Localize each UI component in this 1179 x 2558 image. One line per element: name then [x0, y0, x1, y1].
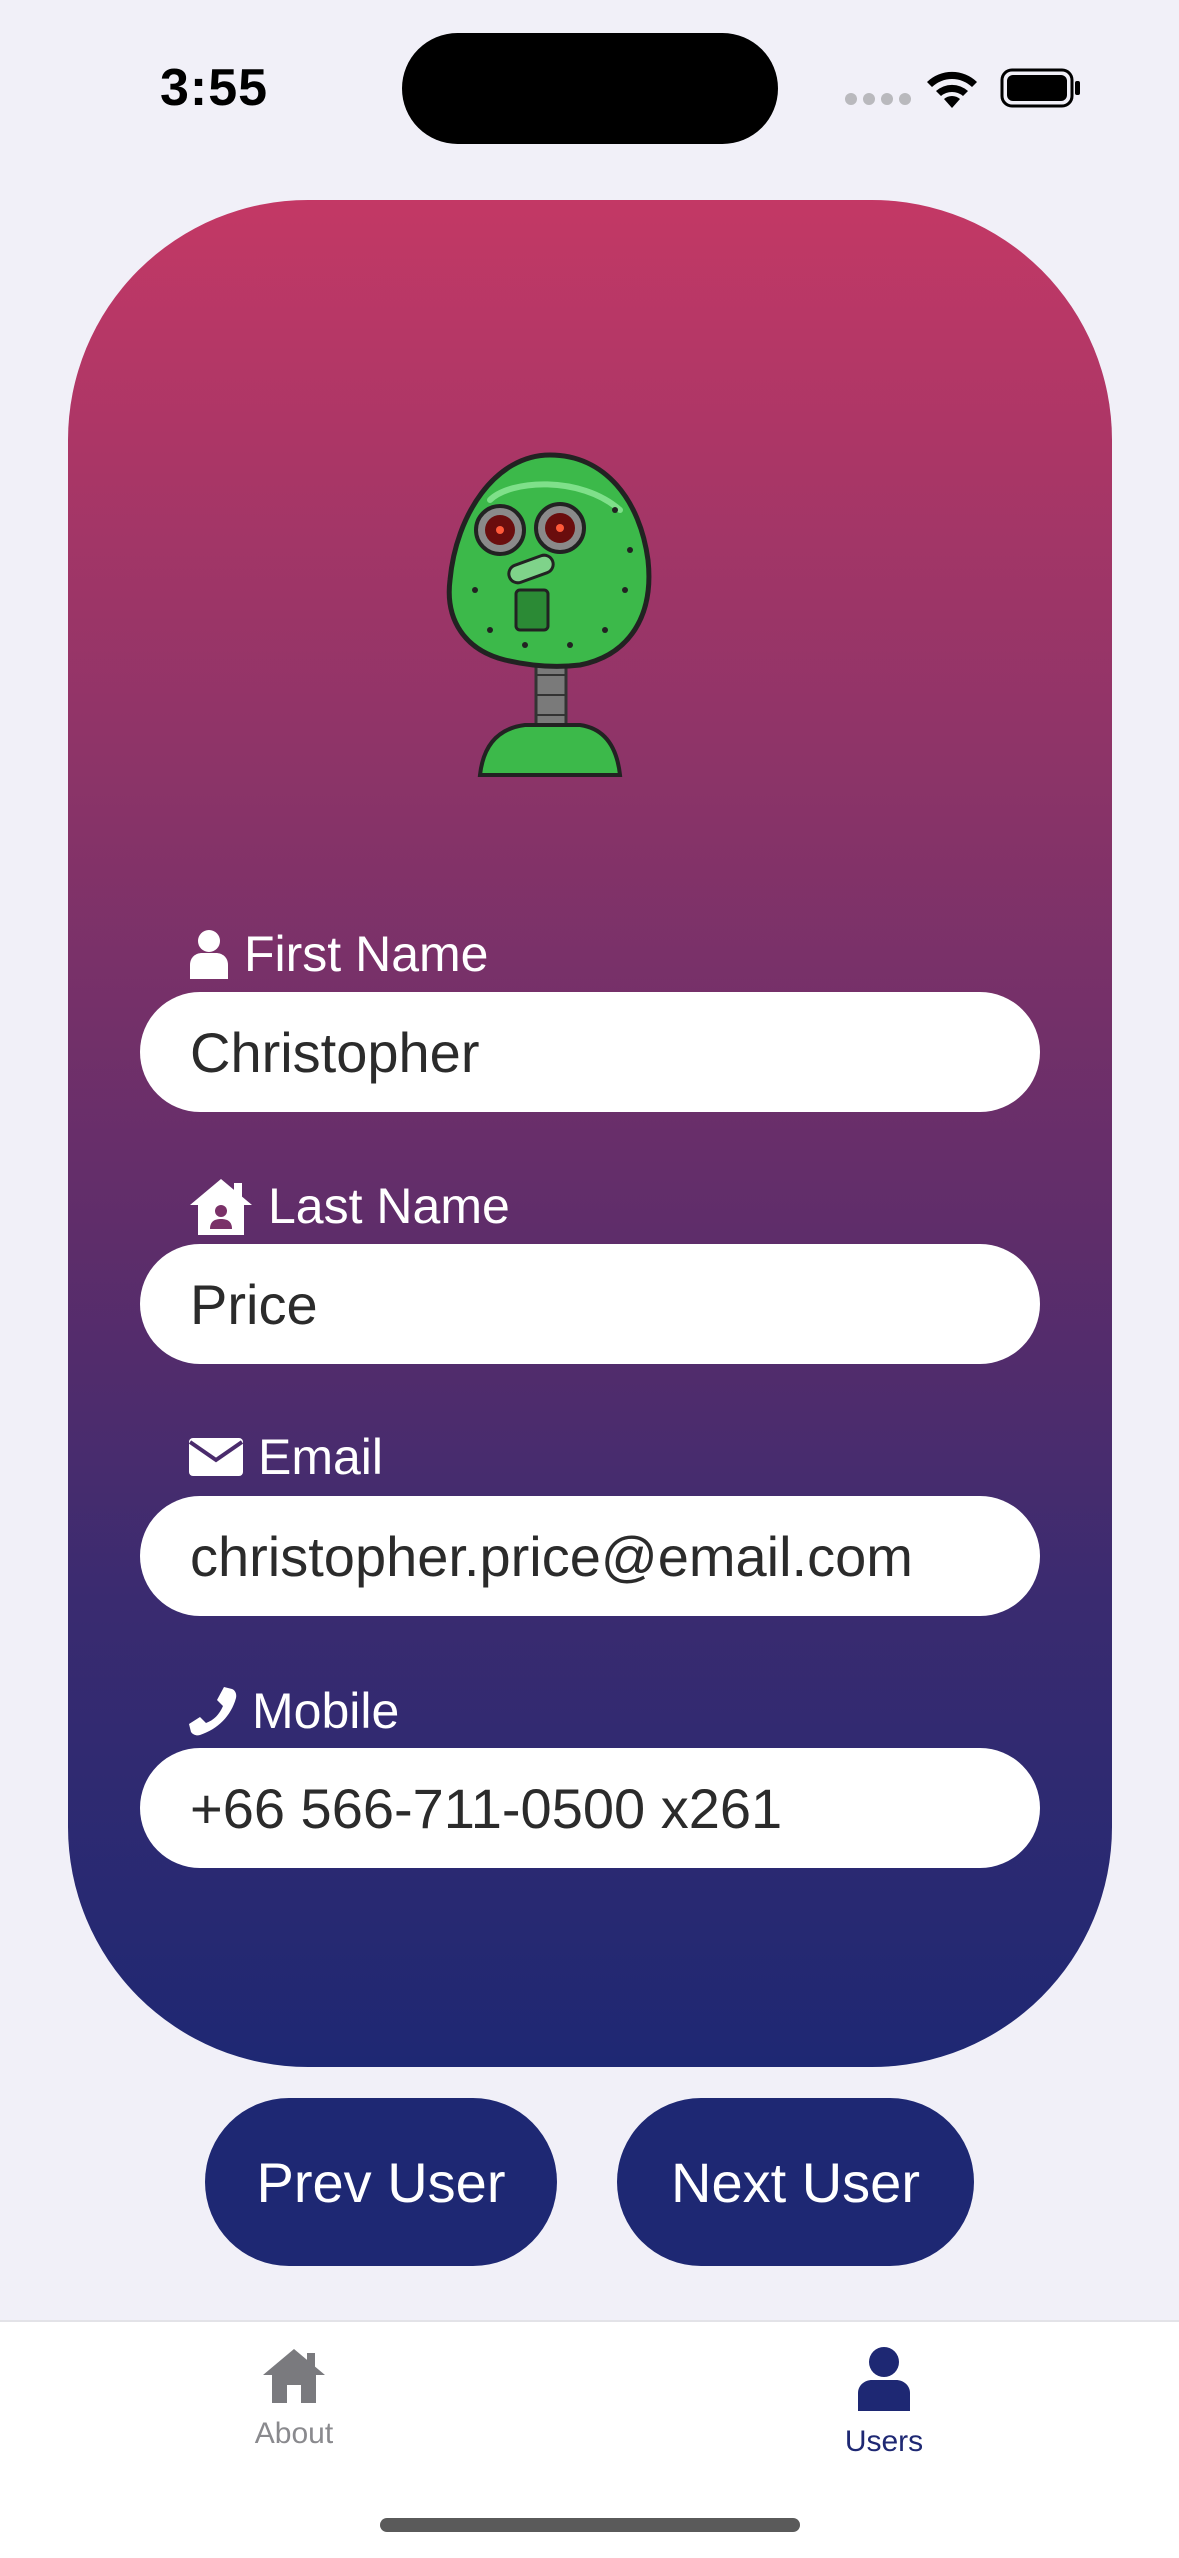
user-icon — [190, 930, 228, 979]
first-name-label: First Name — [188, 925, 488, 983]
person-icon — [858, 2347, 910, 2411]
last-name-label: Last Name — [188, 1177, 510, 1235]
house-icon — [263, 2349, 325, 2403]
mobile-field[interactable]: +66 566-711-0500 x261 — [140, 1748, 1040, 1868]
prev-user-button[interactable]: Prev User — [205, 2098, 557, 2266]
dynamic-island — [402, 33, 778, 144]
envelope-icon — [188, 1438, 244, 1476]
email-field[interactable]: christopher.price@email.com — [140, 1496, 1040, 1616]
status-time: 3:55 — [160, 59, 269, 117]
mobile-label: Mobile — [188, 1682, 399, 1740]
wifi-icon — [927, 71, 977, 108]
cellular-signal-icon — [845, 93, 911, 105]
robot-avatar — [446, 452, 652, 777]
email-label: Email — [188, 1428, 383, 1486]
tab-users[interactable]: Users — [784, 2347, 984, 2459]
phone-icon — [189, 1687, 237, 1736]
last-name-field[interactable]: Price — [140, 1244, 1040, 1364]
next-user-button[interactable]: Next User — [617, 2098, 974, 2266]
tab-about[interactable]: About — [194, 2347, 394, 2451]
battery-icon — [1000, 68, 1080, 108]
first-name-field[interactable]: Christopher — [140, 992, 1040, 1112]
home-icon — [190, 1179, 252, 1235]
home-indicator — [380, 2518, 800, 2532]
